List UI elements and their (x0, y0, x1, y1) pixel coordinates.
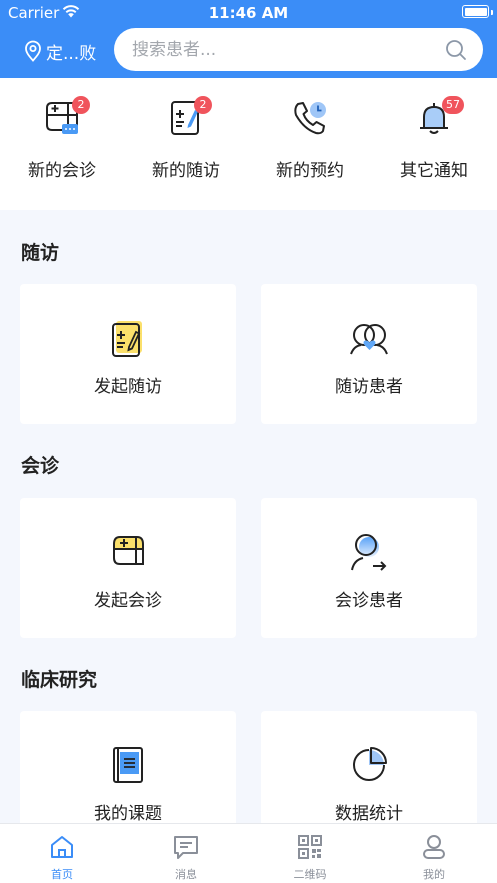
tab-bar: 首页 消息 二维码 我的 (0, 823, 497, 883)
location-label: 定...败 (46, 43, 97, 64)
tab-label: 消息 (175, 868, 197, 881)
tab-label: 首页 (51, 868, 73, 881)
followup-patients-icon (350, 324, 388, 355)
card-label: 发起会诊 (94, 591, 162, 611)
status-bar: Carrier 11:46 AM (0, 0, 497, 26)
quick-action-label: 新的随访 (152, 161, 220, 181)
card-label: 数据统计 (335, 804, 403, 824)
profile-icon (423, 835, 445, 859)
home-icon (51, 836, 73, 858)
start-followup-card[interactable]: 发起随访 (20, 284, 236, 424)
quick-action-new-appointment[interactable]: 新的预约 (248, 78, 372, 210)
tab-qrcode[interactable]: 二维码 (248, 824, 372, 883)
location-pin-icon (25, 40, 41, 62)
card-label: 发起随访 (94, 377, 162, 397)
consultation-patients-icon (351, 534, 387, 571)
card-label: 随访患者 (335, 377, 403, 397)
quick-actions: 2 新的会诊 2 新的随访 新的预约 57 其它通知 (0, 78, 497, 210)
phone-clock-icon (294, 102, 326, 135)
card-label: 我的课题 (94, 804, 162, 824)
notifications-badge: 57 (442, 96, 464, 114)
quick-action-other-notifications[interactable]: 57 其它通知 (372, 78, 496, 210)
search-input[interactable] (132, 28, 432, 71)
start-followup-icon (112, 321, 142, 357)
consultation-badge: 2 (72, 96, 90, 114)
consultation-patients-card[interactable]: 会诊患者 (261, 498, 477, 638)
quick-action-new-consultation[interactable]: 2 新的会诊 (0, 78, 124, 210)
followup-badge: 2 (194, 96, 212, 114)
start-consultation-icon (113, 536, 144, 565)
section-title-followup: 随访 (21, 242, 60, 264)
start-consultation-card[interactable]: 发起会诊 (20, 498, 236, 638)
followup-patients-card[interactable]: 随访患者 (261, 284, 477, 424)
tab-home[interactable]: 首页 (0, 824, 124, 883)
tab-label: 我的 (423, 868, 445, 881)
quick-action-new-followup[interactable]: 2 新的随访 (124, 78, 248, 210)
section-title-consultation: 会诊 (21, 455, 60, 477)
search-icon[interactable] (445, 39, 467, 61)
search-bar[interactable] (114, 28, 483, 71)
message-icon (174, 836, 198, 859)
app-header: Carrier 11:46 AM 定...败 (0, 0, 497, 78)
clock: 11:46 AM (208, 4, 289, 22)
card-label: 会诊患者 (335, 591, 403, 611)
quick-action-label: 新的预约 (276, 161, 344, 181)
quick-action-label: 新的会诊 (28, 161, 96, 181)
tab-label: 二维码 (293, 868, 327, 881)
tab-messages[interactable]: 消息 (124, 824, 248, 883)
battery-icon (462, 5, 489, 18)
quick-action-label: 其它通知 (400, 161, 468, 181)
tab-profile[interactable]: 我的 (372, 824, 496, 883)
section-title-clinical-research: 临床研究 (21, 669, 98, 691)
my-topics-icon (113, 747, 143, 783)
qrcode-icon (298, 835, 322, 859)
pie-chart-icon (353, 747, 387, 781)
location-selector[interactable]: 定...败 (24, 39, 97, 64)
